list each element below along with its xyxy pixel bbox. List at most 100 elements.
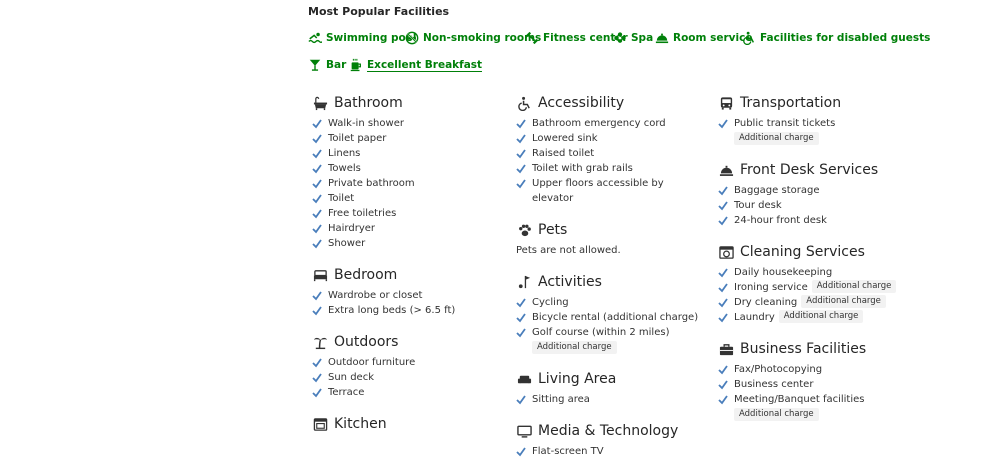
popular-non-smoking-rooms[interactable]: Non-smoking rooms	[405, 31, 541, 45]
list-item: Toilet	[312, 191, 502, 206]
check-icon	[516, 131, 532, 146]
check-icon	[516, 325, 532, 340]
section-title: Bathroom	[334, 95, 403, 111]
golf-icon	[516, 274, 532, 290]
check-icon	[718, 362, 734, 377]
popular-swimming-pool[interactable]: Swimming pool	[308, 31, 417, 45]
check-icon	[516, 295, 532, 310]
section-title: Bedroom	[334, 267, 398, 283]
list-item: Ironing service Additional charge	[718, 280, 908, 295]
section-pets: Pets Pets are not allowed.	[516, 219, 706, 258]
list-item: Laundry Additional charge	[718, 310, 908, 325]
list-item: Business center	[718, 377, 908, 392]
section-business: Business Facilities Fax/Photocopying Bus…	[718, 338, 908, 422]
list-item: Tour desk	[718, 198, 908, 213]
list-item: Bathroom emergency cord	[516, 116, 706, 131]
check-icon	[312, 116, 328, 131]
check-icon	[312, 288, 328, 303]
list-item: Fax/Photocopying	[718, 362, 908, 377]
check-icon	[718, 310, 734, 325]
list-item: 24-hour front desk	[718, 213, 908, 228]
activities-list: Cycling Bicycle rental (additional charg…	[516, 295, 706, 355]
check-icon	[516, 161, 532, 176]
kitchen-icon	[312, 416, 328, 432]
bathtub-icon	[312, 95, 328, 111]
bed-icon	[312, 267, 328, 283]
no-smoking-icon	[405, 31, 419, 45]
check-icon	[718, 198, 734, 213]
fitness-icon	[525, 31, 539, 45]
check-icon	[312, 191, 328, 206]
additional-charge-badge: Additional charge	[811, 280, 897, 293]
living-area-list: Sitting area	[516, 392, 706, 407]
list-item: Extra long beds (> 6.5 ft)	[312, 303, 502, 318]
check-icon	[516, 116, 532, 131]
list-item: Outdoor furniture	[312, 355, 502, 370]
cleaning-icon	[718, 244, 734, 260]
concierge-bell-icon	[718, 162, 734, 178]
list-item: Sitting area	[516, 392, 706, 407]
check-icon	[516, 146, 532, 161]
additional-charge-badge: Additional charge	[734, 408, 819, 421]
check-icon	[718, 295, 734, 310]
section-title: Transportation	[740, 95, 842, 111]
paw-icon	[516, 222, 532, 238]
list-item: Free toiletries	[312, 206, 502, 221]
check-icon	[516, 310, 532, 325]
list-item: Cycling	[516, 295, 706, 310]
bedroom-list: Wardrobe or closet Extra long beds (> 6.…	[312, 288, 502, 318]
outdoors-list: Outdoor furniture Sun deck Terrace	[312, 355, 502, 400]
list-item: Bicycle rental (additional charge)	[516, 310, 706, 325]
check-icon	[312, 236, 328, 251]
swimming-pool-icon	[308, 32, 322, 44]
list-item: Daily housekeeping	[718, 265, 908, 280]
check-icon	[312, 303, 328, 318]
check-icon	[312, 385, 328, 400]
list-item: Flat-screen TV	[516, 444, 706, 459]
check-icon	[312, 176, 328, 191]
check-icon	[718, 213, 734, 228]
section-activities: Activities Cycling Bicycle rental (addit…	[516, 271, 706, 355]
business-list: Fax/Photocopying Business center Meeting…	[718, 362, 908, 422]
check-icon	[516, 444, 532, 459]
section-media-technology: Media & Technology Flat-screen TV	[516, 420, 706, 459]
spa-icon	[614, 32, 626, 43]
popular-spa[interactable]: Spa	[613, 31, 653, 45]
section-title: Outdoors	[334, 334, 399, 350]
check-icon	[718, 392, 734, 407]
check-icon	[312, 355, 328, 370]
check-icon	[718, 280, 734, 295]
list-item: Meeting/Banquet facilities Additional cha…	[718, 392, 908, 422]
popular-bar[interactable]: Bar	[308, 58, 346, 72]
facilities-column-2: Accessibility Bathroom emergency cord Lo…	[516, 92, 706, 472]
check-icon	[312, 370, 328, 385]
section-title: Kitchen	[334, 416, 387, 432]
additional-charge-badge: Additional charge	[734, 132, 819, 145]
popular-room-service[interactable]: Room service	[655, 31, 752, 45]
section-bathroom: Bathroom Walk-in shower Toilet paper Lin…	[312, 92, 502, 251]
section-title: Media & Technology	[538, 423, 679, 439]
section-title: Accessibility	[538, 95, 625, 111]
list-item: Golf course (within 2 miles) Additional c…	[516, 325, 706, 355]
check-icon	[718, 377, 734, 392]
popular-excellent-breakfast[interactable]: Excellent Breakfast	[349, 58, 483, 72]
wheelchair-icon	[516, 95, 532, 111]
transportation-list: Public transit tickets Additional charge	[718, 116, 908, 146]
section-living-area: Living Area Sitting area	[516, 368, 706, 407]
section-front-desk: Front Desk Services Baggage storage Tour…	[718, 159, 908, 228]
check-icon	[312, 161, 328, 176]
pets-note: Pets are not allowed.	[516, 245, 621, 256]
check-icon	[312, 221, 328, 236]
wheelchair-icon	[743, 31, 755, 45]
list-item: Public transit tickets Additional charge	[718, 116, 908, 146]
list-item: Towels	[312, 161, 502, 176]
list-item: Sun deck	[312, 370, 502, 385]
room-service-icon	[655, 33, 669, 44]
additional-charge-badge: Additional charge	[801, 295, 886, 308]
section-kitchen: Kitchen	[312, 413, 502, 435]
briefcase-icon	[718, 341, 734, 357]
tv-icon	[516, 423, 532, 439]
list-item: Toilet with grab rails	[516, 161, 706, 176]
popular-disabled-facilities[interactable]: Facilities for disabled guests	[742, 31, 930, 45]
list-item: Terrace	[312, 385, 502, 400]
